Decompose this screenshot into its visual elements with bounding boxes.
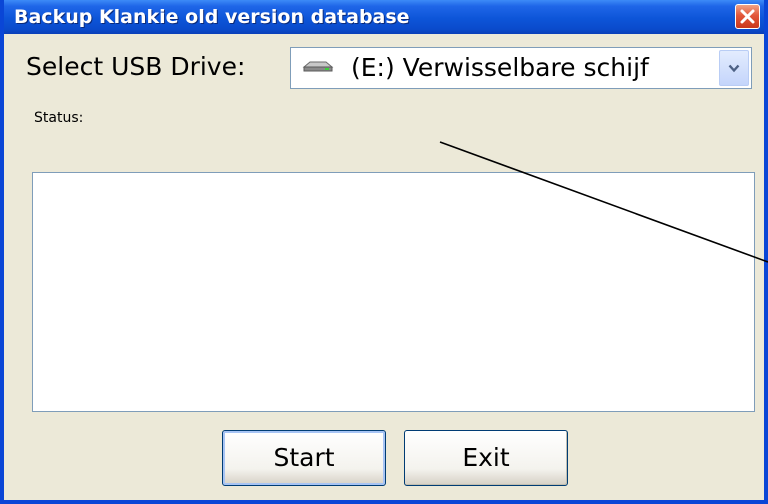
annotation-line	[439, 141, 768, 263]
